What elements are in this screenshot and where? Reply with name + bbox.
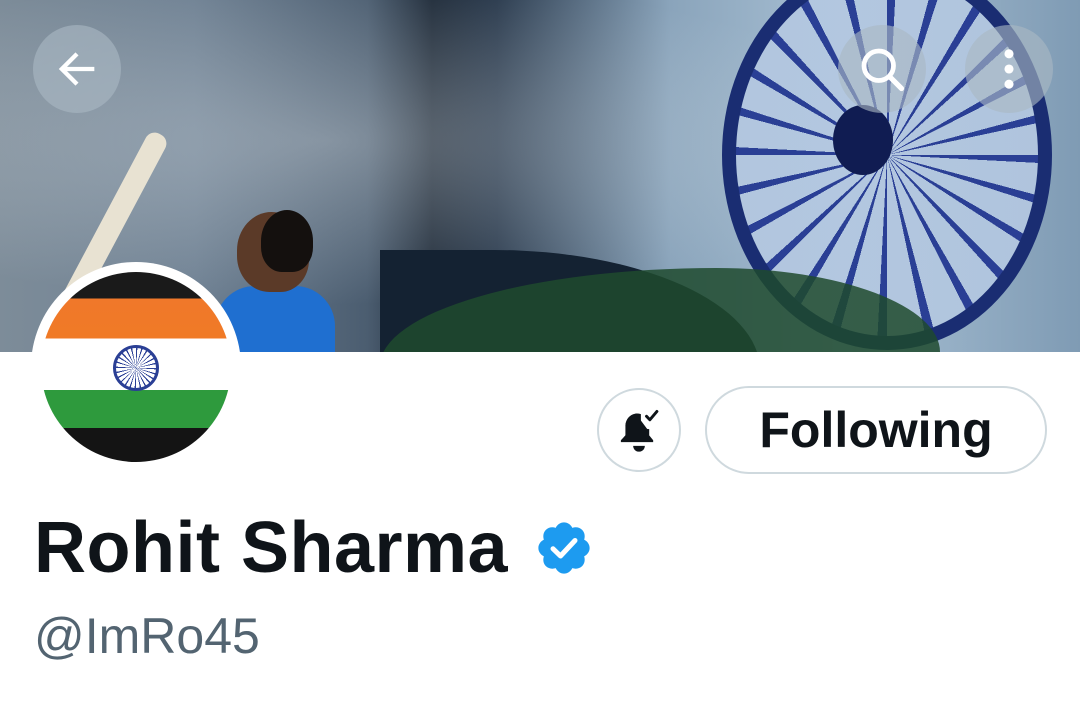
display-name: Rohit Sharma (34, 508, 509, 588)
arrow-left-icon (58, 52, 95, 86)
verified-badge-icon (534, 518, 594, 578)
name-row: Rohit Sharma (34, 508, 594, 588)
notifications-button[interactable] (597, 388, 681, 472)
following-button[interactable]: Following (705, 386, 1047, 474)
player-hair (261, 210, 313, 272)
more-button[interactable] (965, 25, 1053, 113)
avatar[interactable] (31, 262, 241, 472)
search-button[interactable] (838, 25, 926, 113)
banner-chakra-hub (833, 105, 893, 175)
more-vertical-icon (1004, 49, 1014, 89)
avatar-chakra (113, 345, 159, 391)
bell-check-icon (620, 410, 659, 452)
avatar-image (41, 272, 231, 462)
search-icon (861, 48, 905, 92)
back-button[interactable] (33, 25, 121, 113)
user-handle: @ImRo45 (34, 608, 260, 664)
